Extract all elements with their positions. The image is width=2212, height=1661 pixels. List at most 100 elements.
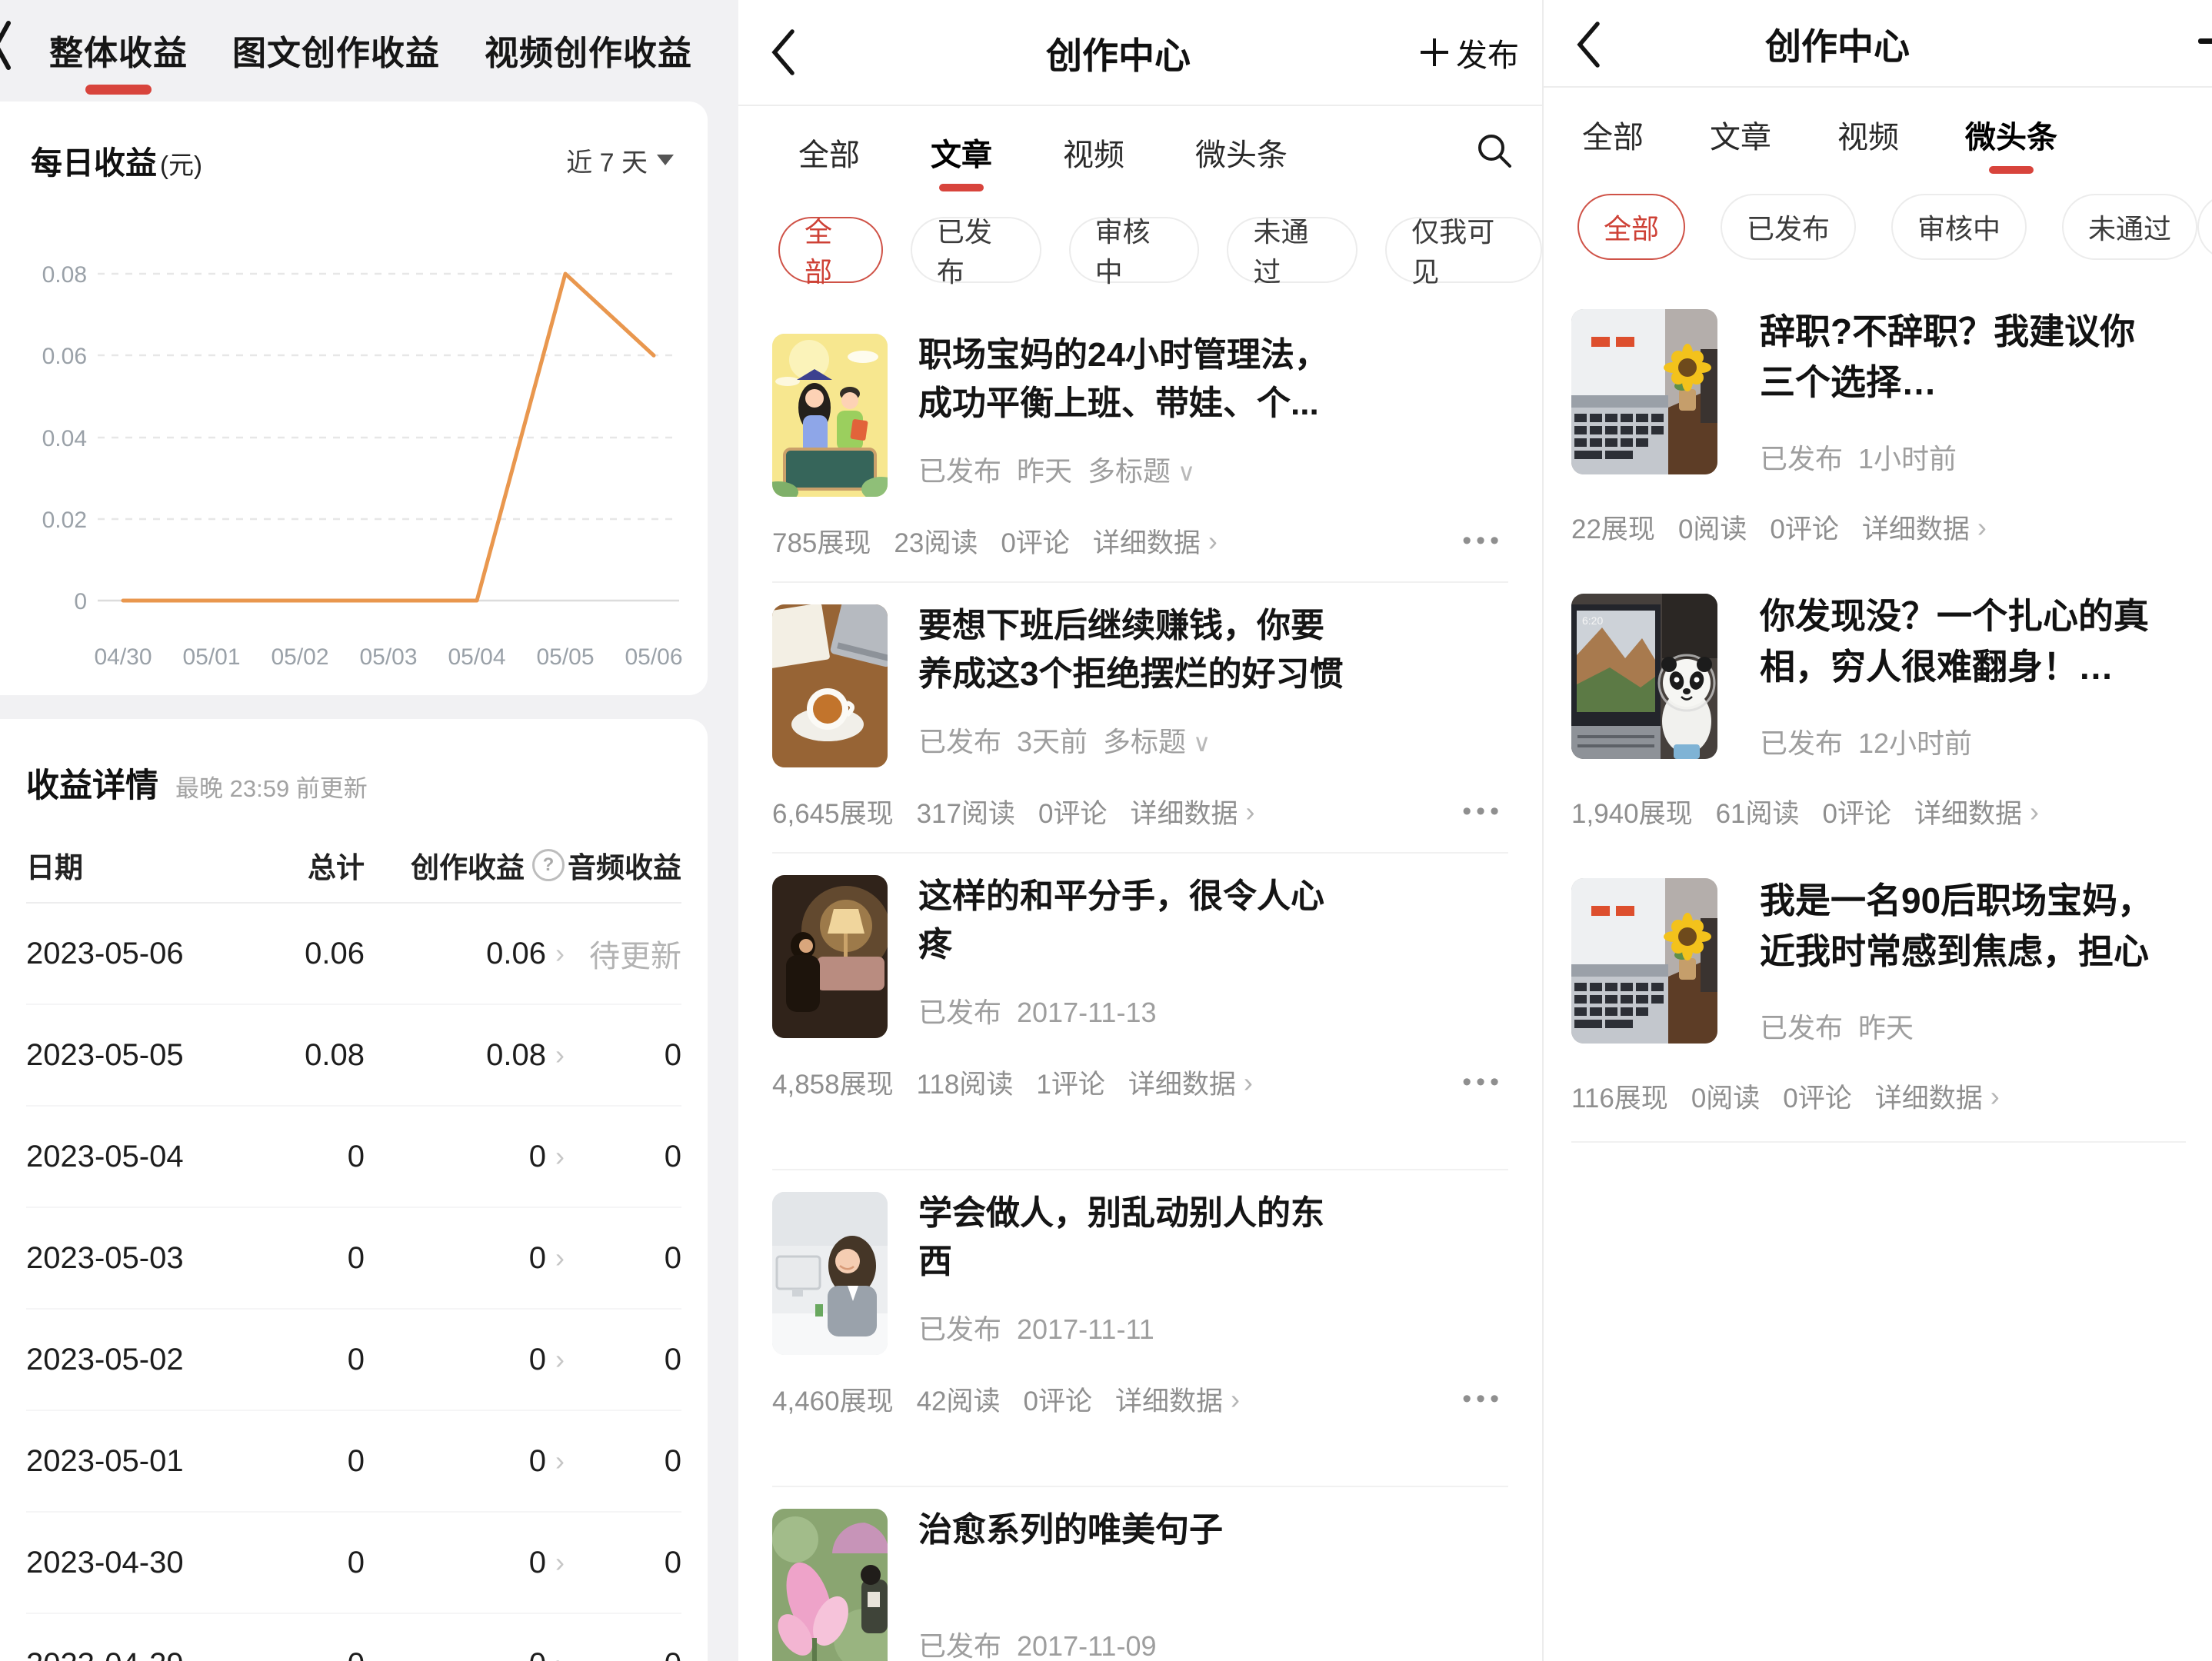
chevron-right-icon: ›	[555, 937, 565, 970]
svg-text:05/05: 05/05	[536, 644, 594, 670]
detail-data-link[interactable]: 详细数据	[1875, 1077, 2000, 1116]
post-stats: 116展现 0阅读 0评论 详细数据	[1571, 1077, 2000, 1116]
chevron-right-icon: ›	[555, 1343, 565, 1376]
micropost-item[interactable]: 我是一名90后职场宝妈， 近我时常感到焦虑，担心 已发布 昨天 116展现 0阅…	[1571, 855, 2186, 1143]
svg-text:0.04: 0.04	[42, 426, 87, 451]
back-icon-partial[interactable]	[0, 18, 12, 72]
article-thumbnail-office-woman	[772, 1192, 888, 1355]
filter-published[interactable]: 已发布	[911, 217, 1041, 283]
article-item[interactable]: 学会做人，别乱动别人的东 西 已发布 2017-11-11 4,460展现 42…	[772, 1169, 1508, 1440]
content-type-tabs: 全部 文章 视频 微头条	[1544, 88, 2212, 181]
article-meta: 已发布 2017-11-13	[918, 990, 1156, 1030]
impressions: 116展现	[1571, 1077, 1668, 1116]
app-header: 创作中心	[1544, 0, 2212, 88]
page-title: 创作中心	[1046, 0, 1191, 105]
article-meta: 已发布 2017-11-09	[918, 1624, 1156, 1661]
back-icon[interactable]	[769, 28, 797, 77]
filter-rejected[interactable]: 未通过	[2062, 194, 2197, 260]
publish-button[interactable]: 发布	[1421, 0, 1519, 105]
tab-articles[interactable]: 文章	[931, 130, 992, 175]
table-row: 2023-05-06 0.06 0.06› 待更新	[26, 904, 681, 1004]
article-stats: 4,858展现 118阅读 1评论 详细数据	[772, 1063, 1504, 1102]
article-title: 学会做人，别乱动别人的东 西	[918, 1170, 1514, 1286]
article-item[interactable]: 职场宝妈的24小时管理法， 成功平衡上班、带娃、个... 已发布 昨天 多标题 …	[772, 312, 1508, 581]
post-meta: 已发布 昨天	[1760, 1006, 1914, 1046]
detail-data-link[interactable]: 详细数据	[1128, 1063, 1253, 1102]
more-options-icon[interactable]	[1462, 1067, 1504, 1097]
comments: 0评论	[1770, 508, 1838, 547]
daily-earnings-card: 每日收益(元) 近 7 天 0.08 0.06 0.04 0.02 0 04/3…	[0, 102, 708, 695]
filter-rejected[interactable]: 未通过	[1227, 217, 1358, 283]
table-row: 2023-05-02 0 0› 0	[26, 1308, 681, 1410]
tab-all[interactable]: 全部	[1582, 112, 1644, 157]
detail-data-link[interactable]: 详细数据	[1914, 792, 2039, 831]
filter-all[interactable]: 全部	[1577, 194, 1685, 260]
back-icon[interactable]	[1574, 20, 1602, 69]
content-type-tabs: 全部 文章 视频 微头条	[738, 106, 1542, 198]
filter-published[interactable]: 已发布	[1721, 194, 1856, 260]
tab-videos[interactable]: 视频	[1063, 130, 1124, 175]
chevron-right-icon: ›	[555, 1140, 565, 1173]
caret-down-icon	[657, 155, 674, 165]
tab-all[interactable]: 全部	[798, 130, 860, 175]
detail-data-link[interactable]: 详细数据	[1862, 508, 1987, 547]
reads: 118阅读	[917, 1063, 1014, 1102]
tab-microposts[interactable]: 微头条	[1965, 112, 2057, 157]
article-title: 治愈系列的唯美句子	[918, 1487, 1514, 1554]
chevron-right-icon: ›	[555, 1242, 565, 1274]
micropost-item[interactable]: 辞职?不辞职？我建议你 三个选择… 已发布 1小时前 22展现 0阅读 0评论 …	[1571, 286, 2186, 571]
article-title: 要想下班后继续赚钱，你要 养成这3个拒绝摆烂的好习惯	[918, 583, 1514, 698]
post-thumbnail-laptop-sunflower	[1571, 309, 1717, 474]
detail-data-link[interactable]: 详细数据	[1130, 792, 1254, 831]
detail-data-link[interactable]: 详细数据	[1093, 521, 1218, 561]
caret-down-icon	[1186, 726, 1211, 757]
tab-articles[interactable]: 文章	[1710, 112, 1771, 157]
tab-overall-earnings[interactable]: 整体收益	[49, 25, 188, 75]
filter-all[interactable]: 全部	[778, 217, 883, 283]
svg-text:05/06: 05/06	[625, 644, 682, 670]
filter-in-review[interactable]: 审核中	[1069, 217, 1200, 283]
micropost-item[interactable]: 6:20	[1571, 571, 2186, 855]
more-options-icon[interactable]	[1462, 1384, 1504, 1414]
post-stats: 22展现 0阅读 0评论 详细数据	[1571, 508, 1987, 547]
article-title: 职场宝妈的24小时管理法， 成功平衡上班、带娃、个...	[918, 312, 1514, 428]
more-options-icon[interactable]	[1462, 526, 1504, 556]
more-options-icon[interactable]	[1462, 797, 1504, 827]
details-title: 收益详情	[26, 759, 158, 807]
article-item[interactable]: 这样的和平分手，很令人心 疼 已发布 2017-11-13 4,858展现 11…	[772, 852, 1508, 1123]
impressions: 6,645展现	[772, 792, 894, 831]
chevron-right-icon: ›	[555, 1546, 565, 1579]
svg-text:0: 0	[74, 589, 87, 614]
svg-text:05/04: 05/04	[448, 644, 505, 670]
article-title: 这样的和平分手，很令人心 疼	[918, 854, 1514, 969]
tab-video-earnings[interactable]: 视频创作收益	[485, 25, 692, 75]
article-stats: 4,460展现 42阅读 0评论 详细数据	[772, 1380, 1504, 1419]
tab-videos[interactable]: 视频	[1837, 112, 1899, 157]
plus-icon-partial[interactable]	[2198, 38, 2212, 44]
filter-partial[interactable]	[2197, 194, 2212, 260]
article-meta: 已发布 2017-11-11	[918, 1307, 1154, 1347]
filter-in-review[interactable]: 审核中	[1891, 194, 2027, 260]
comments: 0评论	[1823, 792, 1891, 831]
table-row: 2023-04-29 0 0› 0	[26, 1613, 681, 1661]
impressions: 785展现	[772, 521, 871, 561]
search-icon[interactable]	[1474, 131, 1514, 171]
date-range-selector[interactable]: 近 7 天	[566, 141, 674, 179]
filter-private[interactable]: 仅我可见	[1385, 217, 1542, 283]
tab-microposts[interactable]: 微头条	[1195, 130, 1288, 175]
comments: 1评论	[1036, 1063, 1104, 1102]
comments: 0评论	[1038, 792, 1107, 831]
svg-text:6:20: 6:20	[1582, 614, 1603, 627]
svg-text:05/03: 05/03	[359, 644, 417, 670]
article-thumbnail-tea-cup-desk	[772, 604, 888, 767]
post-thumbnail-laptop-sunflower	[1571, 878, 1717, 1044]
detail-data-link[interactable]: 详细数据	[1115, 1380, 1240, 1419]
article-item[interactable]: 治愈系列的唯美句子 已发布 2017-11-09 7,669展现 125阅读 0…	[772, 1486, 1508, 1661]
composite-screenshot: 整体收益 图文创作收益 视频创作收益 每日收益(元) 近 7 天 0.0	[0, 0, 2212, 1661]
date-range-label: 近 7 天	[566, 141, 648, 179]
help-icon[interactable]: ?	[532, 849, 565, 881]
post-stats: 1,940展现 61阅读 0评论 详细数据	[1571, 792, 2039, 831]
reads: 23阅读	[894, 521, 978, 561]
article-item[interactable]: 要想下班后继续赚钱，你要 养成这3个拒绝摆烂的好习惯 已发布 3天前 多标题 6…	[772, 581, 1508, 852]
tab-article-earnings[interactable]: 图文创作收益	[232, 25, 440, 75]
